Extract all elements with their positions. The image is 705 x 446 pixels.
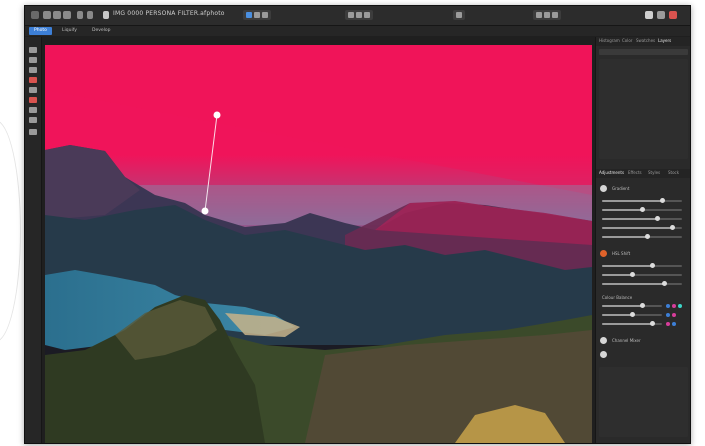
group-title-gradient: Gradient [612, 186, 630, 191]
decorative-ring [0, 120, 21, 342]
panel-section-tabs: Adjustments Effects Styles Stock [596, 169, 690, 178]
mode-three-icon [262, 12, 268, 18]
mode-one-icon [246, 12, 252, 18]
align-group[interactable] [345, 10, 373, 20]
tab-liquify[interactable]: Liquify [57, 27, 82, 35]
slider-7[interactable] [602, 272, 682, 277]
eye-icon[interactable] [600, 351, 607, 358]
slider-4[interactable] [602, 225, 682, 230]
slider-1[interactable] [602, 198, 682, 203]
panel-tab-color[interactable]: Color [622, 38, 632, 43]
crop-icon[interactable] [29, 67, 37, 73]
move-icon[interactable] [29, 47, 37, 53]
blue-dot-2[interactable] [666, 313, 670, 317]
align-left-icon [348, 12, 354, 18]
view-three-icon [552, 12, 558, 18]
gradient-group-icon [600, 185, 607, 192]
magenta-dot-3[interactable] [666, 322, 670, 326]
group-title-channel-mixer: Channel Mixer [612, 338, 641, 343]
top-toolbar: IMG 0000 PERSONA FILTER.afphoto [25, 6, 690, 26]
app-window: IMG 0000 PERSONA FILTER.afphoto Photo Li… [24, 5, 691, 444]
panel-tab-layers[interactable]: Layers [658, 38, 671, 43]
layers-list [599, 59, 688, 159]
magenta-dot-2[interactable] [672, 313, 676, 317]
tab-photo[interactable]: Photo [29, 27, 52, 35]
liquify-persona-icon[interactable] [53, 11, 61, 19]
group-title-colour-balance: Colour Balance [602, 295, 633, 300]
view-one-icon [536, 12, 542, 18]
channel-mixer-icon [600, 337, 607, 344]
cyan-dot[interactable] [678, 304, 682, 308]
section-tab-effects[interactable]: Effects [628, 170, 642, 175]
right-panel: Histogram Color Swatches Layers Adjustme… [595, 37, 690, 443]
fill-icon[interactable] [29, 97, 37, 103]
slider-9[interactable] [602, 303, 662, 308]
hsl-group-icon [600, 250, 607, 257]
slider-3[interactable] [602, 216, 682, 221]
zoom-icon[interactable] [29, 129, 37, 135]
group-title-hsl: HSL Shift [612, 251, 631, 256]
slider-10[interactable] [602, 312, 662, 317]
align-right-icon [364, 12, 370, 18]
gradient-handle-end [201, 207, 209, 215]
paint-brush-icon[interactable] [29, 77, 37, 83]
persona-tab-bar: Photo Liquify Develop [25, 26, 690, 36]
panel-empty-area [599, 367, 688, 437]
panel-tab-histogram[interactable]: Histogram [599, 38, 620, 43]
redo-icon[interactable] [87, 11, 93, 19]
magenta-dot[interactable] [672, 304, 676, 308]
section-tab-styles[interactable]: Styles [648, 170, 660, 175]
color-icon[interactable] [669, 11, 677, 19]
selection-mode-group[interactable] [243, 10, 271, 20]
slider-6[interactable] [602, 263, 682, 268]
blue-dot-3[interactable] [672, 322, 676, 326]
document-title: IMG 0000 PERSONA FILTER.afphoto [113, 10, 225, 17]
quick-mask-group[interactable] [453, 10, 465, 20]
slider-5[interactable] [602, 234, 682, 239]
document-icon [103, 11, 109, 19]
assistant-icon[interactable] [645, 11, 653, 19]
view-mode-group[interactable] [533, 10, 561, 20]
app-logo-icon [31, 11, 39, 19]
snapping-icon[interactable] [657, 11, 665, 19]
slider-11[interactable] [602, 321, 662, 326]
view-two-icon [544, 12, 550, 18]
layer-row[interactable] [599, 49, 688, 55]
eraser-icon[interactable] [29, 87, 37, 93]
clone-icon[interactable] [29, 117, 37, 123]
quick-mask-icon [456, 12, 462, 18]
slider-8[interactable] [602, 281, 682, 286]
tools-panel [25, 37, 42, 443]
panel-tab-swatches[interactable]: Swatches [636, 38, 655, 43]
mode-two-icon [254, 12, 260, 18]
tab-develop[interactable]: Develop [87, 27, 116, 35]
gradient-icon[interactable] [29, 107, 37, 113]
undo-icon[interactable] [77, 11, 83, 19]
export-persona-icon[interactable] [63, 11, 71, 19]
gradient-handle-start [213, 111, 221, 119]
align-center-icon [356, 12, 362, 18]
panel-tabs-top: Histogram Color Swatches Layers [596, 37, 690, 46]
section-tab-stock[interactable]: Stock [668, 170, 679, 175]
blue-dot[interactable] [666, 304, 670, 308]
slider-2[interactable] [602, 207, 682, 212]
selection-icon[interactable] [29, 57, 37, 63]
canvas[interactable] [45, 45, 592, 443]
develop-persona-icon[interactable] [43, 11, 51, 19]
section-tab-adjustments[interactable]: Adjustments [599, 170, 624, 175]
